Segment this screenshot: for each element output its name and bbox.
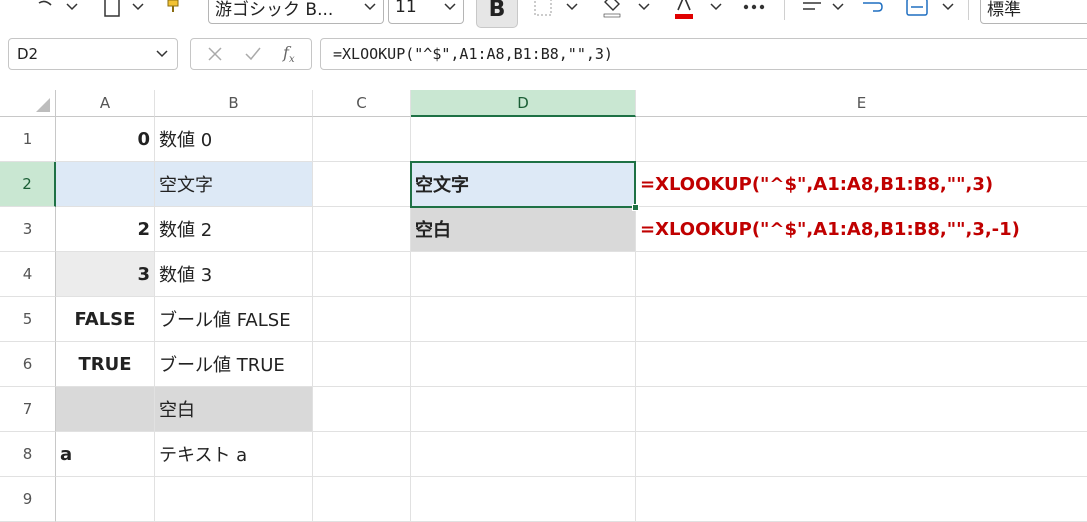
column-header-a[interactable]: A (56, 90, 155, 117)
cell-c6[interactable] (313, 342, 411, 387)
cell-c4[interactable] (313, 252, 411, 297)
active-cell-border (410, 161, 636, 208)
cell-d6[interactable] (411, 342, 636, 387)
cell-e7[interactable] (636, 387, 1087, 432)
bold-button[interactable]: B (476, 0, 518, 28)
cell-e2[interactable]: =XLOOKUP("^$",A1:A8,B1:B8,"",3) (636, 162, 1087, 207)
font-name-select[interactable]: 游ゴシック B... (208, 0, 384, 24)
clipboard-dropdown-chevron-icon[interactable] (128, 0, 148, 22)
more-options-icon[interactable] (738, 0, 770, 22)
cell-a4[interactable]: 3 (56, 252, 155, 297)
clipboard-icon[interactable] (100, 0, 124, 22)
font-color-icon[interactable] (670, 0, 698, 22)
row-header-2[interactable]: 2 (0, 162, 56, 207)
cell-a5[interactable]: FALSE (56, 297, 155, 342)
row-header-4[interactable]: 4 (0, 252, 56, 297)
undo-dropdown-chevron-icon[interactable] (62, 0, 82, 22)
merge-dropdown-chevron-icon[interactable] (938, 0, 958, 22)
fill-color-icon[interactable] (598, 0, 626, 22)
borders-dropdown-chevron-icon[interactable] (562, 0, 582, 22)
select-all-corner[interactable] (0, 90, 56, 117)
cell-a2[interactable] (56, 162, 155, 207)
align-dropdown-chevron-icon[interactable] (828, 0, 848, 22)
name-box-value: D2 (17, 45, 39, 63)
fill-handle[interactable] (632, 204, 639, 211)
cell-c3[interactable] (313, 207, 411, 252)
cell-d3[interactable]: 空白 (411, 207, 636, 252)
cell-e8[interactable] (636, 432, 1087, 477)
cell-a7[interactable] (56, 387, 155, 432)
formula-controls: fx (190, 38, 312, 70)
chevron-down-icon (444, 3, 456, 11)
number-format-value: 標準 (987, 0, 1021, 20)
row-header-3[interactable]: 3 (0, 207, 56, 252)
row-header-5[interactable]: 5 (0, 297, 56, 342)
font-size-select[interactable]: 11 (388, 0, 464, 24)
align-icon[interactable] (798, 0, 826, 22)
cell-c2[interactable] (313, 162, 411, 207)
name-box[interactable]: D2 (8, 38, 178, 70)
column-header-d[interactable]: D (411, 90, 636, 117)
cell-b4[interactable]: 数値 3 (155, 252, 313, 297)
cell-d4[interactable] (411, 252, 636, 297)
cell-b3[interactable]: 数値 2 (155, 207, 313, 252)
font-size-value: 11 (395, 0, 417, 17)
cell-a3[interactable]: 2 (56, 207, 155, 252)
cell-d7[interactable] (411, 387, 636, 432)
format-painter-icon[interactable] (160, 0, 186, 22)
cell-b6[interactable]: ブール値 TRUE (155, 342, 313, 387)
toolbar-divider (968, 0, 969, 20)
row-header-7[interactable]: 7 (0, 387, 56, 432)
cell-d1[interactable] (411, 117, 636, 162)
cell-e4[interactable] (636, 252, 1087, 297)
column-header-b[interactable]: B (155, 90, 313, 117)
column-header-e[interactable]: E (636, 90, 1087, 117)
font-name-value: 游ゴシック B... (215, 0, 334, 20)
cell-b8[interactable]: テキスト a (155, 432, 313, 477)
wrap-text-icon[interactable] (858, 0, 886, 22)
cell-a6[interactable]: TRUE (56, 342, 155, 387)
cell-c7[interactable] (313, 387, 411, 432)
cancel-icon[interactable] (207, 46, 223, 62)
cell-b2[interactable]: 空文字 (155, 162, 313, 207)
chevron-down-icon (364, 3, 376, 11)
insert-function-icon[interactable]: fx (283, 43, 295, 65)
borders-icon[interactable] (530, 0, 556, 22)
cell-b7[interactable]: 空白 (155, 387, 313, 432)
fill-color-dropdown-chevron-icon[interactable] (634, 0, 654, 22)
confirm-check-icon[interactable] (244, 46, 262, 62)
row-header-8[interactable]: 8 (0, 432, 56, 477)
chevron-down-icon[interactable] (155, 49, 169, 59)
cell-e6[interactable] (636, 342, 1087, 387)
font-color-dropdown-chevron-icon[interactable] (706, 0, 726, 22)
cell-e1[interactable] (636, 117, 1087, 162)
merge-center-icon[interactable] (902, 0, 932, 22)
undo-icon[interactable] (30, 0, 60, 22)
cell-b1[interactable]: 数値 0 (155, 117, 313, 162)
cell-d8[interactable] (411, 432, 636, 477)
cell-c1[interactable] (313, 117, 411, 162)
cell-c8[interactable] (313, 432, 411, 477)
number-format-select[interactable]: 標準 (980, 0, 1087, 24)
cell-e3[interactable]: =XLOOKUP("^$",A1:A8,B1:B8,"",3,-1) (636, 207, 1087, 252)
cell-c5[interactable] (313, 297, 411, 342)
cell-d5[interactable] (411, 297, 636, 342)
toolbar-divider (784, 0, 785, 20)
row-header-6[interactable]: 6 (0, 342, 56, 387)
cell-e5[interactable] (636, 297, 1087, 342)
row-header-1[interactable]: 1 (0, 117, 56, 162)
formula-input[interactable]: =XLOOKUP("^$",A1:A8,B1:B8,"",3) (320, 38, 1087, 70)
cell-a8[interactable]: a (56, 432, 155, 477)
cell-b5[interactable]: ブール値 FALSE (155, 297, 313, 342)
cell-a1[interactable]: 0 (56, 117, 155, 162)
ribbon-toolbar: 游ゴシック B... 11 B 標準 (0, 0, 1087, 28)
column-header-c[interactable]: C (313, 90, 411, 117)
